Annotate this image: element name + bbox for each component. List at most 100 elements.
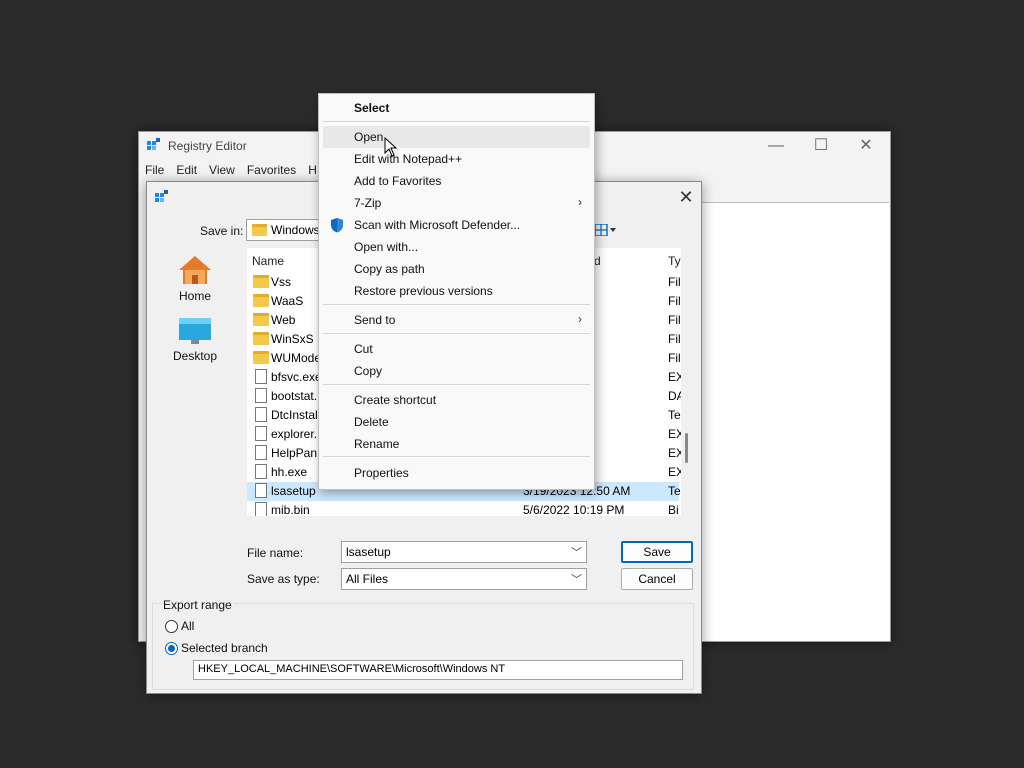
place-desktop[interactable]: Desktop <box>165 316 225 363</box>
menu-item-restore-previous-versions[interactable]: Restore previous versions <box>319 280 594 302</box>
file-type: Fil <box>668 332 681 346</box>
menu-item-label: Scan with Microsoft Defender... <box>354 218 521 232</box>
menu-item-label: Open <box>354 130 384 144</box>
save-type-value: All Files <box>346 572 389 586</box>
menu-separator <box>323 121 590 122</box>
file-date: 5/6/2022 10:19 PM <box>523 503 625 516</box>
home-icon <box>179 256 211 284</box>
menu-item-label: 7-Zip <box>354 196 382 210</box>
file-icon <box>255 445 267 460</box>
menu-view[interactable]: View <box>203 160 241 180</box>
file-type: EX <box>668 370 681 384</box>
file-icon <box>255 407 267 422</box>
file-name: mib.bin <box>271 503 310 516</box>
file-name: bfsvc.exe <box>271 370 322 384</box>
file-name-label: File name: <box>247 546 304 560</box>
save-in-value: Windows <box>271 223 320 237</box>
file-name: DtcInstal <box>271 408 318 422</box>
save-button[interactable]: Save <box>621 541 693 563</box>
menu-item-scan-with-microsoft-defender[interactable]: Scan with Microsoft Defender... <box>319 214 594 236</box>
menu-item-label: Delete <box>354 415 389 429</box>
file-name: lsasetup <box>271 484 316 498</box>
file-type: Fil <box>668 275 681 289</box>
file-name: Web <box>271 313 296 327</box>
dialog-close-icon[interactable]: ✕ <box>675 187 697 208</box>
menu-item-open[interactable]: Open <box>323 126 590 148</box>
place-home[interactable]: Home <box>165 254 225 303</box>
radio-all[interactable] <box>165 620 178 633</box>
file-name: Vss <box>271 275 292 289</box>
column-name-header[interactable]: Name <box>252 254 284 268</box>
menu-item-cut[interactable]: Cut <box>319 338 594 360</box>
menu-item-create-shortcut[interactable]: Create shortcut <box>319 389 594 411</box>
file-name: hh.exe <box>271 465 308 479</box>
menu-edit[interactable]: Edit <box>170 160 203 180</box>
radio-selected-branch-label: Selected branch <box>181 641 268 655</box>
menu-separator <box>323 333 590 334</box>
vertical-scrollbar[interactable] <box>685 433 688 463</box>
chevron-right-icon: › <box>578 195 582 209</box>
menu-item-delete[interactable]: Delete <box>319 411 594 433</box>
menu-item-label: Rename <box>354 437 400 451</box>
close-icon[interactable]: ✕ <box>843 134 889 158</box>
folder-icon <box>253 332 269 345</box>
file-name-input[interactable]: lsasetup ﹀ <box>341 541 587 563</box>
menu-item-label: Properties <box>354 466 409 480</box>
menu-item-label: Open with... <box>354 240 419 254</box>
defender-shield-icon <box>331 218 343 233</box>
menu-item-send-to[interactable]: Send to › <box>319 309 594 331</box>
file-name: explorer. <box>271 427 318 441</box>
file-type: DA <box>668 389 681 403</box>
place-desktop-label: Desktop <box>172 349 218 363</box>
chevron-down-icon[interactable]: ﹀ <box>571 544 582 560</box>
folder-icon <box>253 313 269 326</box>
export-range-label: Export range <box>161 598 234 612</box>
menu-file[interactable]: File <box>139 160 170 180</box>
menu-item-label: Edit with Notepad++ <box>354 152 463 166</box>
file-name: WUMode <box>271 351 322 365</box>
save-type-label: Save as type: <box>247 572 320 586</box>
file-name: WaaS <box>271 294 304 308</box>
file-icon <box>255 502 267 516</box>
save-type-select[interactable]: All Files ﹀ <box>341 568 587 590</box>
menu-item-label: Create shortcut <box>354 393 437 407</box>
file-name: HelpPan <box>271 446 318 460</box>
cancel-button[interactable]: Cancel <box>621 568 693 590</box>
file-name-value: lsasetup <box>346 545 391 559</box>
chevron-right-icon: › <box>578 312 582 326</box>
menu-item-label: Copy as path <box>354 262 425 276</box>
desktop-icon <box>179 318 211 344</box>
menu-item-copy-as-path[interactable]: Copy as path <box>319 258 594 280</box>
file-name: bootstat. <box>271 389 318 403</box>
menu-item-edit-with-notepad[interactable]: Edit with Notepad++ <box>319 148 594 170</box>
menu-item-open-with[interactable]: Open with... <box>319 236 594 258</box>
menu-item-copy[interactable]: Copy <box>319 360 594 382</box>
radio-selected-branch[interactable] <box>165 642 178 655</box>
menu-item-rename[interactable]: Rename <box>319 433 594 455</box>
file-icon <box>255 369 267 384</box>
registry-values-pane <box>694 202 889 641</box>
view-menu-icon[interactable] <box>595 224 617 236</box>
menu-item-7-zip[interactable]: 7-Zip › <box>319 192 594 214</box>
chevron-down-icon[interactable]: ﹀ <box>571 571 582 587</box>
branch-path-input[interactable]: HKEY_LOCAL_MACHINE\SOFTWARE\Microsoft\Wi… <box>193 660 683 680</box>
file-icon <box>255 483 267 498</box>
folder-icon <box>253 351 269 364</box>
menu-item-label: Send to <box>354 313 396 327</box>
column-type-header[interactable]: Ty <box>668 254 681 268</box>
menu-item-add-to-favorites[interactable]: Add to Favorites <box>319 170 594 192</box>
column-date-header[interactable]: d <box>594 254 601 268</box>
minimize-icon[interactable]: — <box>753 134 799 158</box>
save-in-combo[interactable]: Windows <box>246 219 320 241</box>
file-type: EX <box>668 427 681 441</box>
menu-separator <box>323 456 590 457</box>
menu-item-properties[interactable]: Properties <box>319 462 594 484</box>
folder-icon <box>252 224 267 236</box>
menu-favorites[interactable]: Favorites <box>241 160 302 180</box>
menu-item-select[interactable]: Select <box>319 97 594 119</box>
file-type: Fil <box>668 313 681 327</box>
file-row[interactable]: mib.bin 5/6/2022 10:19 PM Bi <box>247 501 679 516</box>
maximize-icon[interactable]: ☐ <box>798 134 844 158</box>
menu-separator <box>323 384 590 385</box>
menu-item-label: Restore previous versions <box>354 284 493 298</box>
